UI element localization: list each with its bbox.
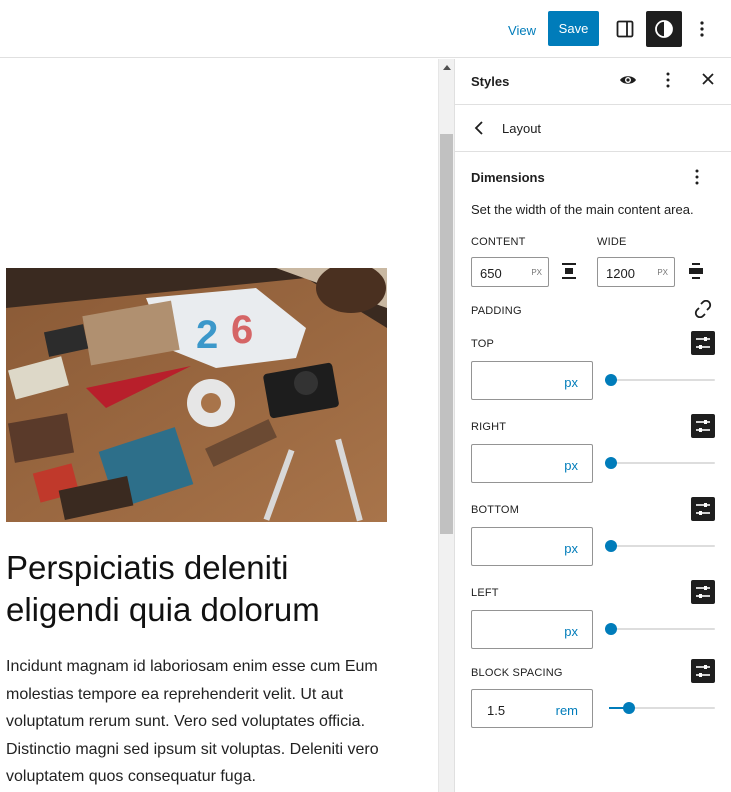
chevron-left-icon <box>474 121 483 135</box>
close-sidebar-button[interactable] <box>701 72 715 91</box>
padding-left-slider[interactable] <box>605 622 715 636</box>
block-spacing-slider[interactable] <box>609 701 715 715</box>
slider-thumb[interactable] <box>605 623 617 635</box>
content-width-icon <box>562 263 576 284</box>
post-paragraph[interactable]: Incidunt magnam id laboriosam enim esse … <box>6 653 386 791</box>
slider-thumb[interactable] <box>605 540 617 552</box>
sidebar-header: Styles <box>455 59 731 105</box>
style-book-button[interactable] <box>619 71 637 94</box>
settings-sliders-icon <box>696 337 710 349</box>
slider-track <box>605 462 715 464</box>
view-button[interactable]: View <box>500 14 544 46</box>
settings-sliders-icon <box>696 586 710 598</box>
wide-width-value: 1200 <box>606 266 635 281</box>
padding-top-slider[interactable] <box>605 373 715 387</box>
block-spacing-label: BLOCK SPACING <box>471 667 563 679</box>
post-title[interactable]: Perspiciatis deleniti eligendi quia dolo… <box>6 547 386 631</box>
padding-top-label: TOP <box>471 338 495 350</box>
save-button[interactable]: Save <box>548 11 599 46</box>
settings-sidebar-toggle-button[interactable] <box>607 11 643 47</box>
settings-sliders-icon <box>696 503 710 515</box>
unlink-icon <box>694 299 712 319</box>
dimensions-options-button[interactable] <box>694 168 700 191</box>
featured-image-art: 2 6 <box>6 268 387 522</box>
styles-sidebar: Styles Layout Dimensions Set the width o… <box>455 59 731 792</box>
slider-track <box>605 545 715 547</box>
eye-icon <box>620 76 636 84</box>
padding-bottom-custom-button[interactable] <box>691 497 715 521</box>
padding-right-custom-button[interactable] <box>691 414 715 438</box>
close-icon <box>702 73 714 85</box>
block-spacing-custom-button[interactable] <box>691 659 715 683</box>
settings-sliders-icon <box>696 420 710 432</box>
back-button[interactable] <box>473 120 487 141</box>
wide-width-unit[interactable]: PX <box>657 268 668 277</box>
padding-left-custom-button[interactable] <box>691 580 715 604</box>
canvas-scrollbar[interactable] <box>438 59 455 792</box>
padding-right-input[interactable]: px <box>471 444 593 483</box>
wide-width-icon <box>689 263 703 284</box>
unlink-sides-button[interactable] <box>694 299 712 323</box>
svg-text:2: 2 <box>196 313 218 357</box>
content-width-label: CONTENT <box>471 236 526 248</box>
content-width-value: 650 <box>480 266 502 281</box>
block-spacing-unit[interactable]: rem <box>556 703 578 718</box>
sidebar-title: Styles <box>471 74 510 89</box>
navigation-header: Layout <box>455 106 731 152</box>
slider-thumb[interactable] <box>605 457 617 469</box>
more-vertical-icon <box>695 169 699 185</box>
padding-top-input[interactable]: px <box>471 361 593 400</box>
svg-text:6: 6 <box>231 308 253 352</box>
settings-sliders-icon <box>696 665 710 677</box>
slider-thumb[interactable] <box>605 374 617 386</box>
padding-label: PADDING <box>471 305 522 317</box>
padding-unit[interactable]: px <box>564 624 578 639</box>
more-vertical-icon <box>666 72 670 88</box>
padding-left-input[interactable]: px <box>471 610 593 649</box>
padding-right-slider[interactable] <box>605 456 715 470</box>
slider-thumb[interactable] <box>623 702 636 714</box>
padding-unit[interactable]: px <box>564 458 578 473</box>
scrollbar-thumb[interactable] <box>440 134 453 534</box>
editor-canvas[interactable]: 2 6 Perspiciatis deleniti eligendi quia … <box>0 59 438 792</box>
sidebar-icon <box>616 20 634 38</box>
styles-toggle-button[interactable] <box>646 11 682 47</box>
slider-track <box>605 379 715 381</box>
padding-bottom-slider[interactable] <box>605 539 715 553</box>
top-toolbar: View Save <box>0 0 731 58</box>
block-spacing-input[interactable]: 1.5 rem <box>471 689 593 728</box>
section-title: Layout <box>502 121 542 136</box>
padding-bottom-input[interactable]: px <box>471 527 593 566</box>
block-spacing-value: 1.5 <box>487 703 506 718</box>
padding-left-label: LEFT <box>471 587 499 599</box>
padding-bottom-label: BOTTOM <box>471 504 520 516</box>
featured-image[interactable]: 2 6 <box>6 268 387 522</box>
padding-unit[interactable]: px <box>564 541 578 556</box>
wide-width-label: WIDE <box>597 236 627 248</box>
scroll-up-arrow-icon[interactable] <box>443 65 451 70</box>
contrast-icon <box>655 20 673 38</box>
padding-right-label: RIGHT <box>471 421 507 433</box>
slider-track <box>605 628 715 630</box>
panel-title: Dimensions <box>471 170 545 185</box>
sidebar-options-button[interactable] <box>665 71 671 94</box>
options-button[interactable] <box>686 11 718 47</box>
content-width-unit[interactable]: PX <box>531 268 542 277</box>
padding-top-custom-button[interactable] <box>691 331 715 355</box>
more-vertical-icon <box>700 21 704 37</box>
wide-width-input[interactable]: 1200 PX <box>597 257 675 287</box>
panel-help-text: Set the width of the main content area. <box>471 202 694 217</box>
padding-unit[interactable]: px <box>564 375 578 390</box>
content-width-input[interactable]: 650 PX <box>471 257 549 287</box>
